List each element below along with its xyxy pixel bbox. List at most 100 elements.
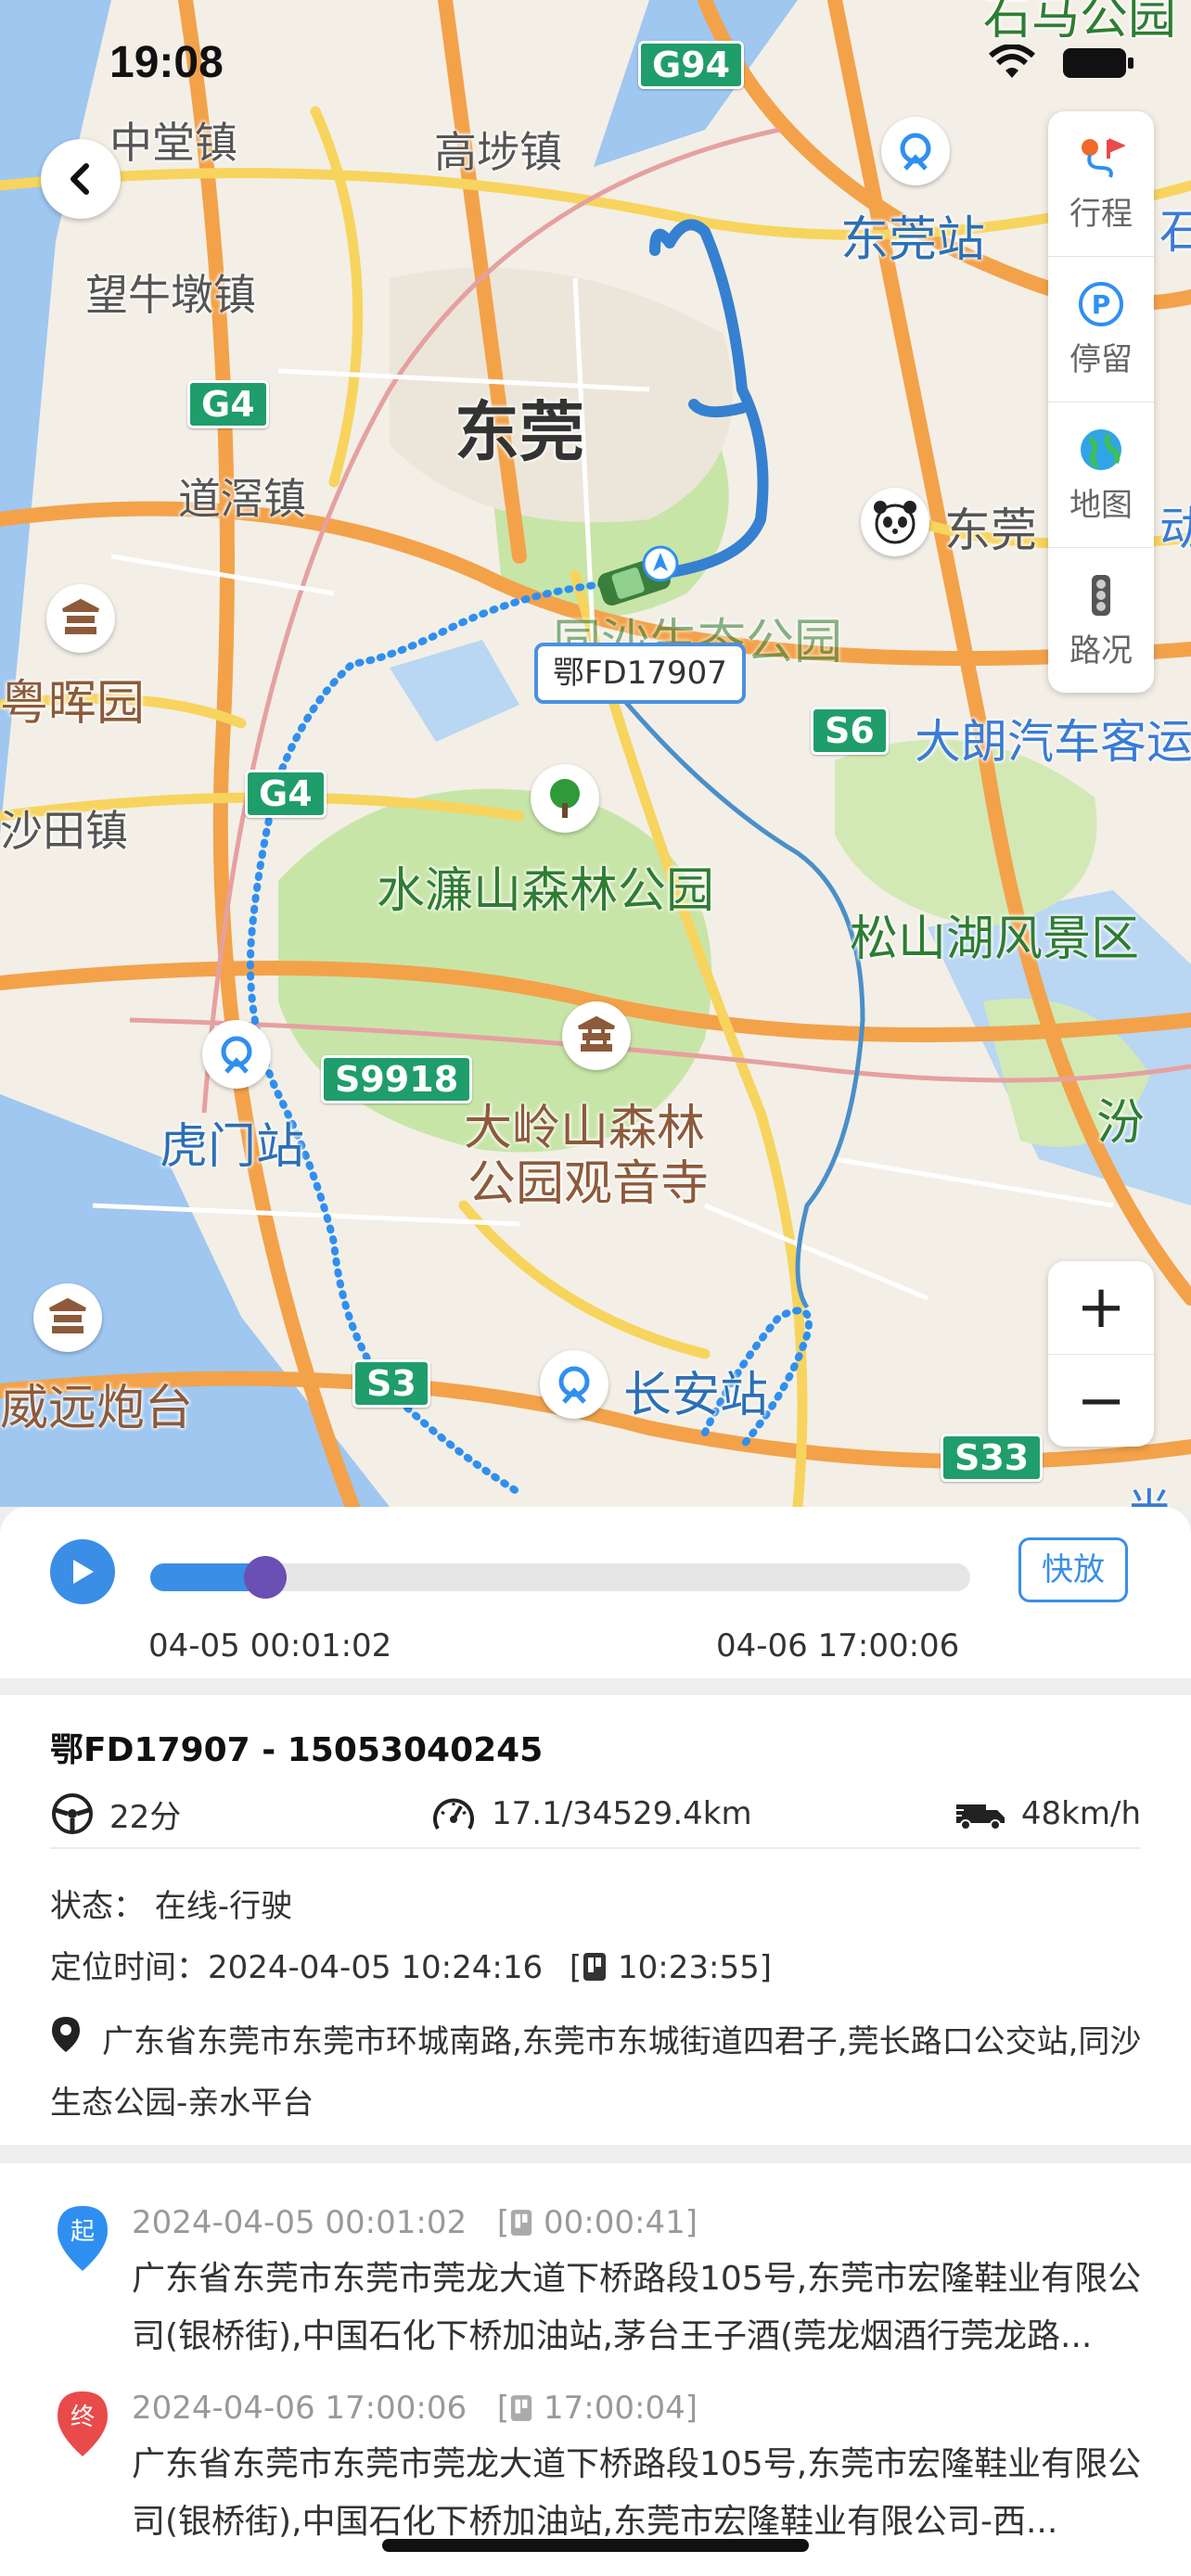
globe-icon: [1081, 428, 1121, 470]
end-gps-time: 17:00:04: [544, 2390, 685, 2427]
vehicle-plate-tag: 鄂FD17907: [534, 643, 746, 704]
map-label-town: 道滘镇: [178, 474, 306, 524]
highway-shield: S9918: [321, 1055, 473, 1103]
trip-start-time: 2024-04-05 00:01:02 [ 00:00:41]: [132, 2204, 698, 2241]
playback-panel: 快放 04-05 00:01:02 04-06 17:00:06: [0, 1507, 1191, 1678]
gps-device-icon: [511, 2210, 532, 2236]
stat-duration: 22分: [50, 1792, 430, 1837]
tree-icon: [531, 764, 599, 833]
map-label-poi: 大朗汽车客运: [915, 715, 1191, 769]
map-label-poi: 石马公园: [983, 0, 1177, 45]
address-text: 广东省东莞市东莞市环城南路,东莞市东城街道四君子,莞长路口公交站,同沙生态公园-…: [50, 2023, 1142, 2122]
traffic-light-icon: [1092, 574, 1110, 616]
locate-time-label: 定位时间：: [50, 1949, 208, 1986]
station-icon: [540, 1350, 608, 1419]
trip-points-panel: 起 2024-04-05 00:01:02 [ 00:00:41] 广东省东莞市…: [0, 2163, 1191, 2576]
start-time-value: 2024-04-05 00:01:02: [132, 2204, 467, 2241]
temple-icon: [562, 1001, 631, 1070]
map-label-station: 虎门站: [160, 1119, 305, 1175]
map-tool-panel: 行程 P 停留 地图 路况: [1048, 111, 1154, 693]
tool-label: 地图: [1069, 486, 1133, 524]
home-indicator: [382, 2539, 809, 2552]
start-gps-time: 00:00:41: [544, 2204, 685, 2241]
odometer-icon: [433, 1798, 474, 1830]
back-button[interactable]: [41, 139, 121, 219]
truck-icon: [954, 1804, 1005, 1830]
map-label-town: 中堂镇: [109, 118, 237, 168]
map-label-park: 松山湖风景区: [850, 912, 1140, 967]
highway-shield: G94: [638, 41, 745, 89]
trip-end-address: 广东省东莞市东莞市莞龙大道下桥路段105号,东莞市宏隆鞋业有限公司(银桥街),中…: [132, 2445, 1142, 2541]
vehicle-marker[interactable]: [594, 545, 696, 614]
zoom-in-button[interactable]: +: [1048, 1261, 1154, 1355]
map-label-poi: 东莞: [944, 504, 1037, 557]
trip-end-item[interactable]: 终 2024-04-06 17:00:06 [ 17:00:04] 广东省东莞市…: [0, 2371, 1191, 2557]
tool-label: 路况: [1069, 631, 1133, 670]
map-label-town: 望牛墩镇: [85, 270, 256, 320]
status-icons: [987, 45, 1135, 82]
playback-handle[interactable]: [243, 1556, 287, 1599]
chevron-left-icon: [70, 163, 89, 195]
map-label-park: 水濂山森林公园: [377, 863, 715, 919]
map-label-poi: 动: [1159, 502, 1191, 555]
zoom-out-button[interactable]: −: [1048, 1355, 1154, 1447]
steering-wheel-icon: [52, 1793, 93, 1834]
tool-map-button[interactable]: 地图: [1048, 402, 1154, 548]
map-label-poi: 威远炮台: [0, 1381, 194, 1436]
trip-start-address: 广东省东莞市东莞市莞龙大道下桥路段105号,东莞市宏隆鞋业有限公司(银桥街),中…: [132, 2260, 1142, 2355]
locate-time-value: 2024-04-05 10:24:16: [208, 1949, 544, 1986]
parking-icon: P: [1079, 281, 1123, 326]
vehicle-address: 广东省东莞市东莞市环城南路,东莞市东城街道四君子,莞长路口公交站,同沙生态公园-…: [50, 2012, 1145, 2133]
gps-time-value: 10:23:55: [618, 1949, 760, 1986]
play-icon: [73, 1560, 94, 1584]
playback-slider[interactable]: [150, 1556, 970, 1599]
play-button[interactable]: [50, 1539, 115, 1604]
station-icon: [202, 1020, 271, 1089]
vehicle-title: 鄂FD17907 - 15053040245: [50, 1731, 544, 1769]
end-time-value: 2024-04-06 17:00:06: [132, 2390, 467, 2427]
highway-shield: G4: [187, 380, 269, 428]
playback-start-time: 04-05 00:01:02: [148, 1627, 392, 1664]
map-label-town: 沙田镇: [0, 806, 128, 856]
vehicle-info-panel: 鄂FD17907 - 15053040245 22分 17.1/34529.4k…: [0, 1695, 1191, 2145]
battery-icon: [1063, 48, 1133, 78]
marker-text: 终: [70, 2404, 95, 2431]
end-marker-icon: 终: [56, 2390, 109, 2462]
temple-icon: [33, 1283, 102, 1352]
fast-play-button[interactable]: 快放: [1018, 1537, 1128, 1602]
playback-end-time: 04-06 17:00:06: [716, 1627, 960, 1664]
vehicle-status: 状态： 在线-行驶: [50, 1888, 293, 1925]
speed-value: 48km/h: [1020, 1795, 1141, 1832]
map-label-poi: 粤晖园: [0, 676, 146, 732]
tool-parking-button[interactable]: P 停留: [1048, 257, 1154, 402]
station-icon: [881, 117, 950, 185]
vehicle-stats: 22分 17.1/34529.4km 48km/h: [50, 1784, 1141, 1843]
gps-device-icon: [583, 1953, 607, 1981]
map-label-temple: 公园观音寺: [467, 1156, 710, 1212]
map-view[interactable]: 中堂镇 高埗镇 望牛墩镇 道滘镇 粤晖园 沙田镇 东莞 威远炮台 水濂山森林公园…: [0, 0, 1191, 1507]
locate-time-line: 定位时间：2024-04-05 10:24:16 [ 10:23:55]: [50, 1949, 772, 1986]
duration-value: 22分: [109, 1798, 182, 1836]
mileage-value: 17.1/34529.4km: [492, 1795, 752, 1832]
map-label-poi: 半: [1126, 1474, 1172, 1507]
marker-text: 起: [70, 2218, 95, 2246]
location-pin-icon: [50, 2014, 82, 2073]
zoom-panel: + −: [1048, 1261, 1154, 1447]
gps-device-icon: [511, 2395, 532, 2421]
highway-shield: S3: [352, 1359, 430, 1408]
map-label-poi: 石: [1159, 205, 1191, 259]
tool-traffic-button[interactable]: 路况: [1048, 548, 1154, 693]
status-time: 19:08: [109, 38, 224, 87]
divider: [50, 1847, 1141, 1849]
map-label-poi: 汾: [1096, 1095, 1146, 1151]
wifi-icon: [989, 45, 1035, 78]
temple-icon: [46, 584, 115, 653]
map-label-station: 长安站: [623, 1368, 769, 1423]
tool-label: 行程: [1069, 195, 1133, 233]
tool-trip-button[interactable]: 行程: [1048, 111, 1154, 257]
trip-start-item[interactable]: 起 2024-04-05 00:01:02 [ 00:00:41] 广东省东莞市…: [0, 2186, 1191, 2371]
panda-icon: [861, 488, 929, 556]
highway-shield: G4: [245, 770, 327, 818]
map-label-town: 高埗镇: [434, 127, 562, 177]
stat-speed: 48km/h: [954, 1795, 1141, 1832]
